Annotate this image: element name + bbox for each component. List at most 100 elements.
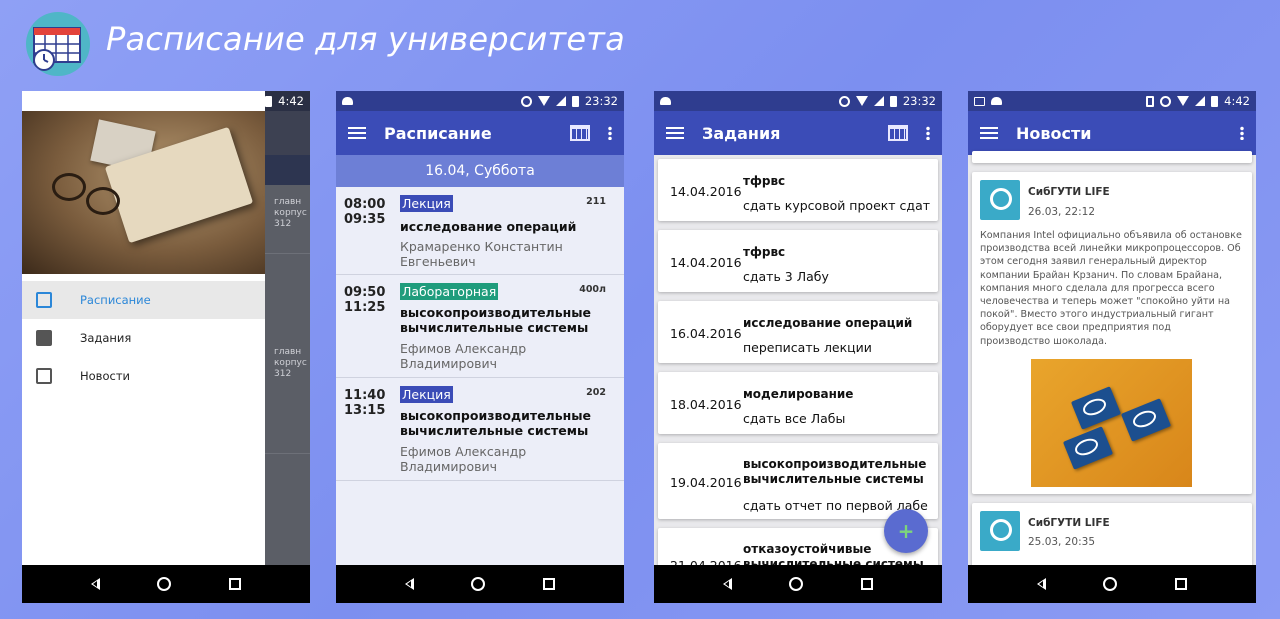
task-subject: тфрвс bbox=[743, 174, 786, 188]
task-card[interactable]: 14.04.2016 тфрвс сдать 3 Лабу bbox=[658, 230, 938, 292]
news-card[interactable]: СибГУТИ LIFE 26.03, 22:12 Компания Intel… bbox=[972, 172, 1252, 494]
news-body: Компания Intel официально объявила об ос… bbox=[980, 230, 1242, 347]
intel-chip bbox=[1062, 426, 1114, 470]
lesson-room: 400л bbox=[579, 284, 606, 295]
dimmed-background[interactable]: главн корпус 312 главн корпус 312 bbox=[265, 91, 310, 565]
android-notification-icon bbox=[342, 97, 353, 105]
home-icon[interactable] bbox=[471, 577, 486, 591]
home-icon[interactable] bbox=[1103, 577, 1118, 591]
task-card[interactable]: 16.04.2016 исследование операций перепис… bbox=[658, 301, 938, 363]
signal-icon bbox=[873, 96, 884, 106]
status-time: 4:42 bbox=[1224, 94, 1250, 108]
wifi-icon bbox=[855, 96, 868, 106]
android-notification-icon bbox=[660, 97, 671, 105]
task-description: переписать лекции bbox=[743, 340, 872, 355]
news-source: СибГУТИ LIFE bbox=[1028, 186, 1110, 198]
recents-icon[interactable] bbox=[1175, 578, 1188, 590]
status-bar: 23:32 bbox=[336, 91, 624, 111]
back-icon[interactable] bbox=[1036, 578, 1046, 590]
battery-icon bbox=[889, 95, 897, 107]
lesson-time: 09:50 11:25 bbox=[344, 285, 386, 315]
screen-title: Задания bbox=[702, 123, 781, 143]
system-navbar bbox=[336, 565, 624, 603]
drawer-item-schedule[interactable]: Расписание bbox=[22, 281, 265, 319]
add-task-button[interactable]: + bbox=[884, 509, 928, 553]
news-image[interactable] bbox=[1031, 359, 1192, 487]
back-icon[interactable] bbox=[722, 578, 732, 590]
wifi-icon bbox=[1177, 96, 1190, 106]
phone-schedule-screen: 23:32 Расписание 16.04, Суббота 08:00 09:… bbox=[336, 91, 624, 603]
source-logo-icon bbox=[980, 511, 1020, 551]
status-time: 23:32 bbox=[584, 94, 618, 108]
page-title: Расписание для университета bbox=[106, 20, 625, 58]
task-description: сдать 3 Лабу bbox=[743, 269, 829, 284]
app-bar: Расписание bbox=[336, 111, 624, 155]
task-date: 18.04.2016 bbox=[670, 397, 742, 412]
lesson-item[interactable]: 11:40 13:15 Лекция 202 высокопроизводител… bbox=[336, 378, 624, 481]
app-bar: Задания bbox=[654, 111, 942, 155]
alarm-icon bbox=[1160, 95, 1172, 107]
task-card[interactable]: 18.04.2016 моделирование сдать все Лабы bbox=[658, 372, 938, 434]
intel-chip bbox=[1120, 398, 1172, 442]
lesson-item[interactable]: 08:00 09:35 Лекция 211 исследование опера… bbox=[336, 187, 624, 275]
divider bbox=[265, 453, 310, 454]
back-icon[interactable] bbox=[404, 578, 414, 590]
lesson-item[interactable]: 09:50 11:25 Лабораторная 400л высокопроиз… bbox=[336, 275, 624, 378]
task-date: 14.04.2016 bbox=[670, 255, 742, 270]
task-card[interactable]: 19.04.2016 высокопроизводительные вычисл… bbox=[658, 443, 938, 519]
more-options-icon[interactable] bbox=[1240, 126, 1244, 140]
lesson-time: 11:40 13:15 bbox=[344, 388, 386, 418]
recents-icon[interactable] bbox=[861, 578, 874, 590]
drawer-item-label: Задания bbox=[80, 331, 132, 345]
signal-icon bbox=[1195, 96, 1206, 106]
home-icon[interactable] bbox=[789, 577, 804, 591]
app-bar: Новости bbox=[968, 111, 1256, 155]
battery-icon bbox=[1211, 95, 1219, 107]
recents-icon[interactable] bbox=[543, 578, 556, 590]
lesson-room: 202 bbox=[586, 387, 606, 398]
more-options-icon[interactable] bbox=[926, 126, 930, 140]
menu-icon[interactable] bbox=[980, 127, 998, 139]
status-bar: 4:42 bbox=[968, 91, 1256, 111]
phone-tasks-screen: 23:32 Задания 14.04.2016 тфрвс сдать кур… bbox=[654, 91, 942, 603]
phone-drawer-screen: главн корпус 312 главн корпус 312 4:42 Р… bbox=[22, 91, 310, 603]
system-navbar bbox=[22, 565, 310, 603]
news-icon bbox=[36, 368, 52, 384]
back-icon[interactable] bbox=[90, 578, 100, 590]
lesson-type-badge: Лабораторная bbox=[400, 283, 499, 300]
lesson-teacher: Ефимов Александр Владимирович bbox=[400, 444, 527, 474]
task-card[interactable]: 14.04.2016 тфрвс сдать курсовой проект с… bbox=[658, 159, 938, 221]
recents-icon[interactable] bbox=[229, 578, 242, 590]
menu-icon[interactable] bbox=[348, 127, 366, 139]
drawer-item-label: Новости bbox=[80, 369, 130, 383]
lesson-type-badge: Лекция bbox=[400, 386, 453, 403]
alarm-icon bbox=[520, 95, 532, 107]
signal-icon bbox=[555, 96, 566, 106]
task-subject: исследование операций bbox=[743, 316, 913, 330]
dimmed-datebar bbox=[265, 155, 310, 185]
drawer-item-tasks[interactable]: Задания bbox=[22, 319, 265, 357]
date-header[interactable]: 16.04, Суббота bbox=[336, 155, 624, 187]
intel-chip bbox=[1070, 386, 1122, 430]
task-subject: высокопроизводительные вычислительные си… bbox=[743, 457, 927, 486]
calendar-picker-icon[interactable] bbox=[570, 125, 590, 141]
home-icon[interactable] bbox=[157, 577, 172, 591]
battery-icon bbox=[265, 95, 273, 107]
task-description: сдать курсовой проект сдат... bbox=[743, 198, 931, 213]
lesson-subject: высокопроизводительные вычислительные си… bbox=[400, 305, 592, 335]
news-card-partial[interactable] bbox=[972, 151, 1252, 163]
lesson-teacher: Ефимов Александр Владимирович bbox=[400, 341, 527, 371]
more-options-icon[interactable] bbox=[608, 126, 612, 140]
lesson-subject: исследование операций bbox=[400, 219, 577, 234]
app-logo-icon bbox=[26, 12, 90, 76]
system-navbar bbox=[654, 565, 942, 603]
news-card[interactable]: СибГУТИ LIFE 25.03, 20:35 bbox=[972, 503, 1252, 573]
menu-icon[interactable] bbox=[666, 127, 684, 139]
drawer-item-news[interactable]: Новости bbox=[22, 357, 265, 395]
dimmed-room-text: главн корпус 312 bbox=[274, 197, 307, 229]
calendar-picker-icon[interactable] bbox=[888, 125, 908, 141]
android-notification-icon bbox=[991, 97, 1002, 105]
image-notification-icon bbox=[974, 96, 985, 106]
lesson-time: 08:00 09:35 bbox=[344, 197, 386, 227]
task-subject: тфрвс bbox=[743, 245, 786, 259]
